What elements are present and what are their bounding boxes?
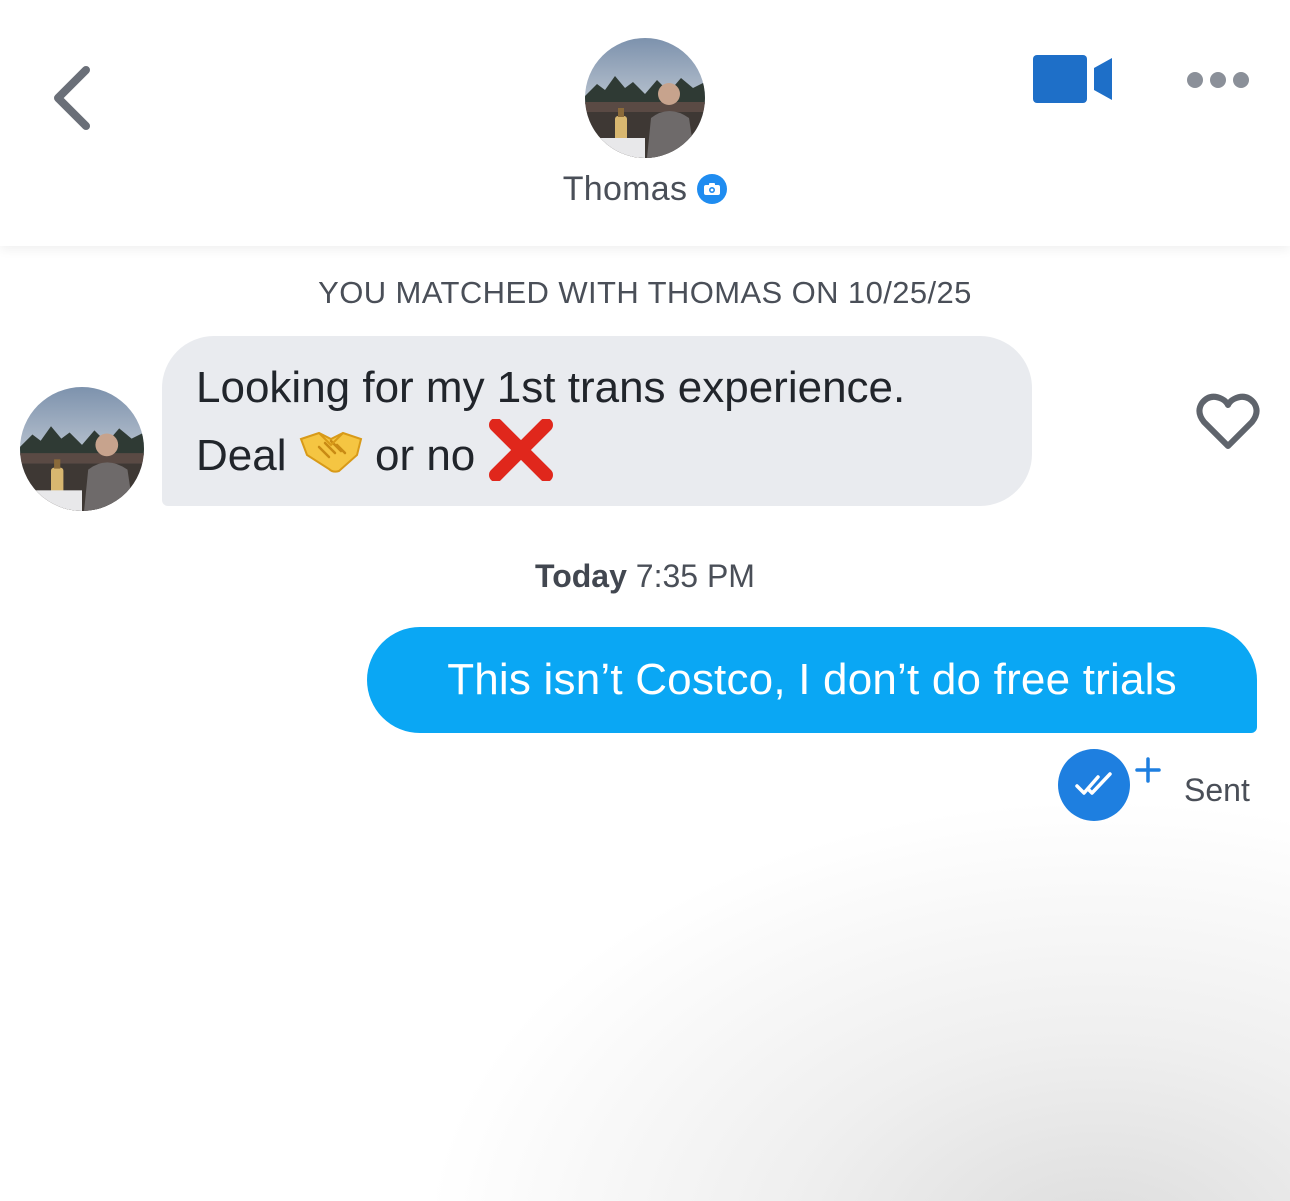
double-check-icon: [1075, 772, 1112, 795]
back-button[interactable]: [40, 58, 110, 138]
contact-name-row[interactable]: Thomas: [0, 166, 1290, 212]
ellipsis-icon: [1187, 72, 1249, 88]
incoming-word-deal: Deal: [196, 431, 287, 481]
outgoing-message-text: This isn’t Costco, I don’t do free trial…: [447, 655, 1177, 704]
outgoing-message-bubble[interactable]: This isn’t Costco, I don’t do free trial…: [367, 627, 1257, 733]
video-call-button[interactable]: [1030, 52, 1118, 108]
message-status: Sent: [1184, 772, 1250, 808]
timestamp-day: Today: [535, 558, 627, 594]
video-camera-icon: [1033, 55, 1112, 103]
contact-avatar[interactable]: [585, 38, 705, 158]
cross-mark-emoji: [488, 418, 554, 498]
handshake-emoji: [299, 425, 363, 492]
camera-verified-icon: [697, 174, 728, 204]
plus-icon: [1135, 757, 1161, 783]
incoming-message-line-2: Deal or no: [196, 418, 998, 498]
incoming-message-bubble[interactable]: Looking for my 1st trans experience. Dea…: [162, 336, 1032, 506]
message-timestamp: Today 7:35 PM: [0, 558, 1290, 595]
like-message-button[interactable]: [1196, 392, 1260, 452]
read-receipt-button[interactable]: [1058, 749, 1130, 821]
timestamp-time: 7:35 PM: [635, 558, 755, 594]
match-banner: YOU MATCHED WITH THOMAS ON 10/25/25: [318, 275, 972, 310]
message-sender-avatar[interactable]: [20, 387, 144, 511]
incoming-words-or-no: or no: [374, 431, 476, 481]
more-options-button[interactable]: [1180, 62, 1256, 98]
contact-name: Thomas: [562, 169, 688, 208]
incoming-message-line-1: Looking for my 1st trans experience.: [196, 363, 906, 412]
chevron-left-icon: [54, 66, 90, 130]
chat-header: Thomas: [0, 0, 1290, 246]
chat-screen: Thomas YOU MATCHED WITH THOMAS ON 10/25/…: [0, 0, 1290, 1201]
heart-outline-icon: [1196, 393, 1260, 449]
